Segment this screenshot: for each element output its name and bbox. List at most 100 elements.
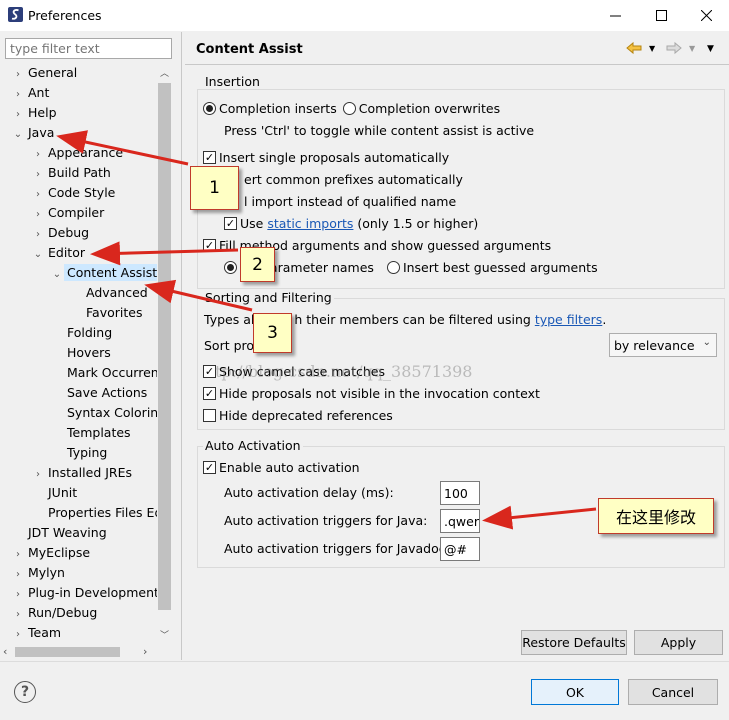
tree-item-code-style[interactable]: › Code Style <box>32 183 115 203</box>
tree-item-debug[interactable]: › Debug <box>32 223 89 243</box>
tree-item-junit[interactable]: JUnit <box>32 483 77 503</box>
ok-button[interactable]: OK <box>531 679 619 705</box>
chevron-down-icon: ⌄ <box>702 337 711 348</box>
enable-auto-checkbox[interactable]: ✓ <box>203 461 216 474</box>
tree-item-templates[interactable]: Templates <box>51 423 131 443</box>
tree-item-properties-files[interactable]: Properties Files Ed <box>32 503 157 523</box>
apply-button[interactable]: Apply <box>634 630 723 655</box>
toggle-hint: Press 'Ctrl' to toggle while content ass… <box>224 123 535 138</box>
chevron-right-icon[interactable]: › <box>12 65 24 85</box>
view-menu-icon[interactable]: ▼ <box>707 44 714 54</box>
best-guessed-radio[interactable] <box>386 261 400 274</box>
javadoc-triggers-field[interactable]: @# <box>440 537 480 561</box>
filter-input[interactable] <box>5 38 172 59</box>
completion-overwrites-radio[interactable] <box>342 102 356 115</box>
tree-item-jdt-weaving[interactable]: JDT Weaving <box>12 523 107 543</box>
tree-item-appearance[interactable]: › Appearance <box>32 143 123 163</box>
tree-item-hovers[interactable]: Hovers <box>51 343 111 363</box>
insertion-group-label: Insertion <box>203 74 262 89</box>
insert-single-checkbox[interactable]: ✓ <box>203 151 216 164</box>
hide-not-visible-checkbox[interactable]: ✓ <box>203 387 216 400</box>
footer-divider <box>0 661 729 662</box>
chevron-down-icon[interactable]: ⌄ <box>51 265 63 285</box>
type-filters-link[interactable]: type filters <box>535 312 603 327</box>
chevron-right-icon[interactable]: › <box>32 145 44 165</box>
maximize-icon[interactable] <box>638 0 684 31</box>
static-imports-link[interactable]: static imports <box>267 216 353 231</box>
tree-item-mylyn[interactable]: › Mylyn <box>12 563 65 583</box>
chevron-right-icon[interactable]: › <box>32 185 44 205</box>
chevron-right-icon[interactable]: › <box>12 605 24 625</box>
tree-item-installed-jres[interactable]: › Installed JREs <box>32 463 132 483</box>
delay-field[interactable]: 100 <box>440 481 480 505</box>
use-static-imports-checkbox[interactable]: ✓ <box>224 217 237 230</box>
chevron-right-icon[interactable]: › <box>12 105 24 125</box>
chevron-right-icon[interactable]: › <box>12 85 24 105</box>
tree-item-java[interactable]: ⌄ Java <box>12 123 55 145</box>
types-period: . <box>602 312 607 327</box>
tree-item-syntax-coloring[interactable]: Syntax Coloring <box>51 403 157 423</box>
chevron-right-icon[interactable]: › <box>12 545 24 565</box>
cancel-button[interactable]: Cancel <box>628 679 718 705</box>
tree-item-label: Java <box>28 125 55 140</box>
scroll-left-icon[interactable]: ‹ <box>3 645 7 658</box>
chevron-right-icon[interactable]: › <box>32 205 44 225</box>
chevron-down-icon[interactable]: ⌄ <box>12 125 24 145</box>
forward-menu-icon[interactable]: ▼ <box>689 44 695 53</box>
tree-item-label: Mylyn <box>28 565 65 580</box>
tree-item-label: Typing <box>67 445 108 460</box>
tree-item-label: General <box>28 65 78 80</box>
tree-item-save-actions[interactable]: Save Actions <box>51 383 147 403</box>
tree-item-team[interactable]: › Team <box>12 623 61 643</box>
chevron-right-icon[interactable]: › <box>12 625 24 643</box>
tree-item-label: Run/Debug <box>28 605 98 620</box>
tree-item-build-path[interactable]: › Build Path <box>32 163 111 183</box>
tree-item-general[interactable]: › General <box>12 63 77 83</box>
forward-arrow-icon[interactable] <box>666 41 682 58</box>
scroll-right-icon[interactable]: › <box>143 645 147 658</box>
tree-item-content-assist[interactable]: ⌄ Content Assist <box>51 263 157 283</box>
tree-item-label: Mark Occurren <box>67 365 157 380</box>
tree-item-plugin-development[interactable]: › Plug-in Development <box>12 583 157 603</box>
chevron-down-icon[interactable]: ⌄ <box>32 245 44 265</box>
tree-item-typing[interactable]: Typing <box>51 443 107 463</box>
pane-splitter[interactable] <box>181 32 182 660</box>
tree-item-myeclipse[interactable]: › MyEclipse <box>12 543 90 563</box>
help-icon[interactable]: ? <box>14 681 36 703</box>
tree-item-label: JDT Weaving <box>28 525 107 540</box>
tree-hscroll-thumb[interactable] <box>15 647 120 657</box>
chevron-right-icon[interactable]: › <box>12 565 24 585</box>
tree-item-label: Properties Files Ed <box>48 505 157 520</box>
chevron-right-icon[interactable]: › <box>32 165 44 185</box>
tree-item-editor[interactable]: ⌄ Editor <box>32 243 85 263</box>
scroll-down-icon[interactable]: ﹀ <box>160 628 169 641</box>
close-icon[interactable] <box>683 0 729 31</box>
scroll-up-icon[interactable]: ︿ <box>160 66 169 79</box>
minimize-icon[interactable] <box>592 0 638 31</box>
completion-inserts-radio[interactable] <box>203 102 216 115</box>
tree-item-ant[interactable]: › Ant <box>12 83 49 103</box>
fill-method-checkbox[interactable]: ✓ <box>203 239 216 252</box>
back-menu-icon[interactable]: ▼ <box>649 44 655 53</box>
back-arrow-icon[interactable] <box>626 41 642 58</box>
param-names-radio[interactable] <box>224 261 237 274</box>
tree-item-advanced[interactable]: Advanced <box>70 283 148 303</box>
page-title: Content Assist <box>196 42 303 57</box>
tree-item-favorites[interactable]: Favorites <box>70 303 142 323</box>
tree-scroll-thumb[interactable] <box>158 83 171 610</box>
sort-select[interactable]: by relevance ⌄ <box>609 333 717 357</box>
callout-2: 2 <box>240 247 275 282</box>
tree-item-help[interactable]: › Help <box>12 103 57 123</box>
tree-item-label: Favorites <box>86 305 143 320</box>
hide-deprecated-checkbox[interactable] <box>203 409 216 422</box>
tree-item-compiler[interactable]: › Compiler <box>32 203 104 223</box>
chevron-right-icon[interactable]: › <box>32 465 44 485</box>
tree-item-mark-occurrences[interactable]: Mark Occurren <box>51 363 157 383</box>
java-triggers-field[interactable]: .qwer <box>440 509 480 533</box>
restore-defaults-button[interactable]: Restore Defaults <box>521 630 627 655</box>
chevron-right-icon[interactable]: › <box>32 225 44 245</box>
chevron-right-icon[interactable]: › <box>12 585 24 605</box>
tree-item-label: Templates <box>67 425 131 440</box>
tree-item-folding[interactable]: Folding <box>51 323 112 343</box>
tree-item-run-debug[interactable]: › Run/Debug <box>12 603 97 623</box>
